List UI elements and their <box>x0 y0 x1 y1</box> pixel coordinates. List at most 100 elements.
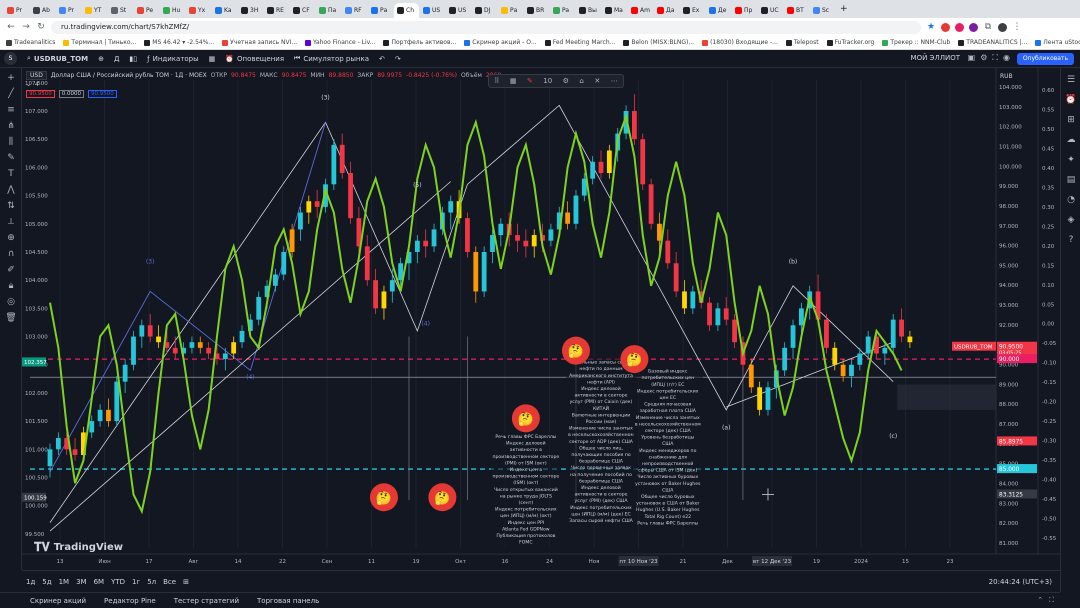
bookmark-item[interactable]: Скринер акций - О... <box>464 39 537 46</box>
browser-tab[interactable]: Ра <box>498 3 523 18</box>
pitchfork-icon[interactable]: ⋔ <box>5 120 17 132</box>
horizontal-line-icon[interactable]: ≡ <box>5 104 17 116</box>
brush-icon[interactable]: ✎ <box>5 152 17 164</box>
browser-tab[interactable]: US <box>446 3 471 18</box>
chat-icon[interactable]: ☁ <box>1065 134 1077 146</box>
channel-line[interactable] <box>49 181 451 532</box>
zoom-in-icon[interactable]: ⊕ <box>5 232 17 244</box>
browser-tab[interactable]: RE <box>264 3 289 18</box>
extension-icon[interactable] <box>955 22 964 32</box>
pattern-icon[interactable]: ⋀ <box>5 184 17 196</box>
range-button[interactable]: 1д <box>26 578 35 586</box>
bookmark-item[interactable]: TRADEANALITICS |... <box>958 39 1027 46</box>
browser-tab[interactable]: Ma <box>602 3 627 18</box>
browser-tab[interactable]: Ab <box>30 3 55 18</box>
bookmark-item[interactable]: FuTracker.org <box>826 39 874 46</box>
ideas-icon[interactable]: ✦ <box>1065 154 1077 166</box>
lock-icon[interactable]: 🔒︎ <box>5 280 17 292</box>
range-button[interactable]: YTD <box>111 578 125 586</box>
panel-tab[interactable]: Скринер акций <box>30 597 86 605</box>
pencil-color-icon[interactable]: ✎ <box>527 77 533 85</box>
extension-icon[interactable] <box>941 22 950 32</box>
browser-tab[interactable]: Пр <box>732 3 757 18</box>
browser-tab[interactable]: Pa <box>550 3 575 18</box>
browser-tab[interactable]: Ex <box>680 3 705 18</box>
chart-area[interactable]: 99.500 100.000 100.500 101.000 101.500 102.00… <box>22 68 1060 570</box>
browser-tab[interactable]: US <box>420 3 445 18</box>
indicators-button[interactable]: ƒ Индикаторы <box>147 55 199 63</box>
browser-tab[interactable]: BT <box>784 3 809 18</box>
browser-tab[interactable]: St <box>108 3 133 18</box>
browser-tab[interactable]: Дa <box>654 3 679 18</box>
browser-tab[interactable]: 3H <box>238 3 263 18</box>
browser-tab[interactable]: Па <box>316 3 341 18</box>
panel-tab[interactable]: Торговая панель <box>257 597 319 605</box>
range-button[interactable]: Все <box>163 578 176 586</box>
notifications-badge[interactable]: S <box>4 52 17 65</box>
range-button[interactable]: 3М <box>76 578 87 586</box>
bookmark-item[interactable]: Портфель активов... <box>383 39 456 46</box>
goto-date-icon[interactable]: ⊞ <box>183 578 189 586</box>
browser-tab[interactable]: UC <box>758 3 783 18</box>
calendar-icon[interactable]: ▤ <box>1065 174 1077 186</box>
alerts-button[interactable]: ⏰ Оповещения <box>225 55 284 63</box>
bookmark-item[interactable]: MS 46.42 ▾ -2.54%... <box>144 39 214 46</box>
bookmark-item[interactable]: Учетная запись NVI... <box>222 39 297 46</box>
elliott-wave-line[interactable] <box>49 104 894 523</box>
bookmark-star-icon[interactable]: ★ <box>926 22 936 32</box>
templates-icon[interactable]: ▦ <box>209 55 216 63</box>
profile-avatar[interactable] <box>998 22 1007 32</box>
object-tree-icon[interactable]: ⊞ <box>1065 114 1077 126</box>
indicator-line[interactable] <box>49 113 903 515</box>
clock-timezone[interactable]: 20:44:24 (UTC+3) <box>989 578 1060 586</box>
browser-tab[interactable]: BR <box>524 3 549 18</box>
browser-tab[interactable]: Де <box>706 3 731 18</box>
browser-tab[interactable]: Ра <box>368 3 393 18</box>
bookmark-item[interactable]: Терминал | Тинько... <box>63 39 136 46</box>
elliott-wave-line[interactable] <box>49 122 326 473</box>
forward-arrow-icon[interactable]: → <box>21 22 31 32</box>
browser-tab[interactable]: Pr <box>56 3 81 18</box>
layout-grid-icon[interactable]: ▣ <box>968 53 976 63</box>
fib-retracement-icon[interactable]: ⫼ <box>5 136 17 148</box>
ask-price[interactable]: 90.9500 <box>88 89 117 98</box>
browser-tab[interactable]: Sc <box>810 3 835 18</box>
maximize-panel-icon[interactable]: ⛶ <box>1049 596 1054 605</box>
bookmark-item[interactable]: Belon (MISX:BLNG)... <box>623 39 694 46</box>
browser-tab[interactable]: YT <box>82 3 107 18</box>
browser-tab[interactable]: Pe <box>134 3 159 18</box>
watchlist-icon[interactable]: ☰ <box>1065 74 1077 86</box>
extension-icon[interactable] <box>969 22 978 32</box>
crosshair-icon[interactable]: + <box>5 72 17 84</box>
magnet-icon[interactable]: ∩ <box>5 248 17 260</box>
trash-icon[interactable]: 🗑︎ <box>5 312 17 324</box>
template-icon[interactable]: ▦ <box>510 77 517 85</box>
trend-line-icon[interactable]: ╱ <box>5 88 17 100</box>
undo-icon[interactable]: ↶ <box>379 55 385 63</box>
range-button[interactable]: 1г <box>132 578 140 586</box>
bid-price[interactable]: 90.9500 <box>26 89 55 98</box>
candle-type-icon[interactable]: ▮▯ <box>129 55 137 63</box>
indicators-collapse-icon[interactable]: ⌄ <box>26 81 31 88</box>
price-chart[interactable]: 99.500 100.000 100.500 101.000 101.500 102.00… <box>22 68 1060 570</box>
bookmark-item[interactable]: Трекер :: NNM-Club <box>882 39 950 46</box>
camera-icon[interactable]: ◉ <box>1003 53 1010 63</box>
bookmark-item[interactable]: Fed Meeting March... <box>544 39 615 46</box>
bookmark-item[interactable]: Telepost <box>785 39 819 46</box>
extensions-puzzle-icon[interactable]: ⧉ <box>983 22 993 32</box>
help-icon[interactable]: ? <box>1065 234 1077 246</box>
settings-gear-icon[interactable]: ⚙ <box>563 77 569 85</box>
browser-tab[interactable]: Yx <box>186 3 211 18</box>
browser-tab[interactable]: Ka <box>212 3 237 18</box>
more-icon[interactable]: ⋯ <box>611 77 618 85</box>
browser-tab[interactable]: Вы <box>576 3 601 18</box>
panel-tab[interactable]: Тестер стратегий <box>174 597 239 605</box>
browser-tab[interactable]: Ch <box>394 3 419 18</box>
replay-button[interactable]: ⏮ Симулятор рынка <box>294 54 369 63</box>
bookmark-item[interactable]: Yahoo Finance - Liv... <box>305 39 375 46</box>
browser-tab[interactable]: RF <box>342 3 367 18</box>
add-symbol-icon[interactable]: ⊕ <box>98 55 104 63</box>
browser-tab[interactable]: Pr <box>4 3 29 18</box>
browser-menu-icon[interactable]: ⋮ <box>1012 22 1022 32</box>
symbol-search[interactable]: ⌕ USDRUB_TOM <box>27 54 88 63</box>
